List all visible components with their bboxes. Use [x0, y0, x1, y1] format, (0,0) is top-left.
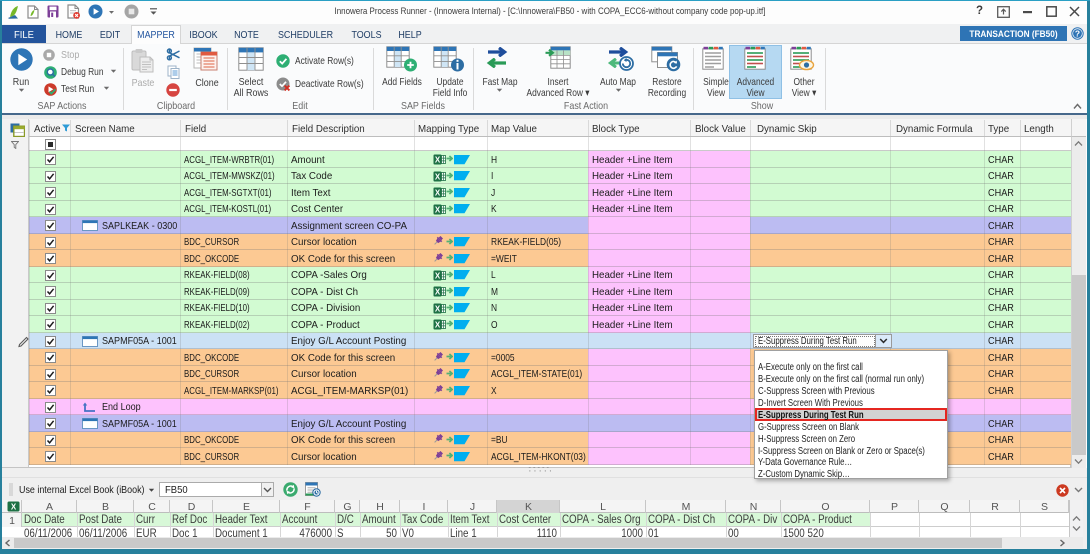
svg-text:X: X	[435, 188, 441, 197]
svg-text:?: ?	[1075, 29, 1080, 39]
svg-text:X: X	[435, 320, 441, 329]
svg-text:X: X	[11, 502, 17, 511]
svg-text:X: X	[435, 271, 441, 280]
svg-text:X: X	[435, 304, 441, 313]
svg-text:X: X	[435, 287, 441, 296]
svg-text:X: X	[435, 155, 441, 164]
svg-text:X: X	[435, 172, 441, 181]
svg-text:X: X	[435, 205, 441, 214]
